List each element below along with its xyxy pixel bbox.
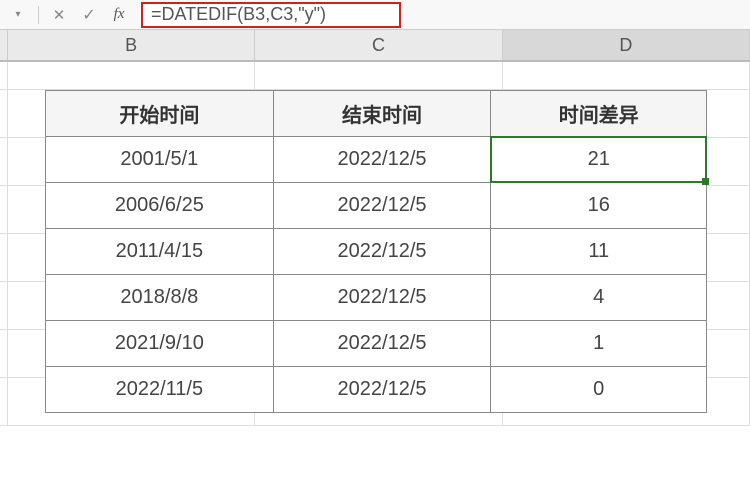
cell-diff[interactable]: 21 bbox=[491, 137, 707, 183]
sheet-body: 开始时间 结束时间 时间差异 2001/5/1 2022/12/5 21 200… bbox=[0, 62, 750, 500]
cell-diff[interactable]: 16 bbox=[491, 183, 707, 229]
cell-diff[interactable]: 1 bbox=[491, 321, 707, 367]
name-box-dropdown[interactable] bbox=[4, 4, 32, 26]
data-table: 开始时间 结束时间 时间差异 2001/5/1 2022/12/5 21 200… bbox=[45, 90, 707, 413]
confirm-icon[interactable]: ✓ bbox=[75, 4, 103, 26]
cell-end[interactable]: 2022/12/5 bbox=[273, 229, 491, 275]
column-headers: B C D bbox=[0, 30, 750, 62]
formula-bar: ✕ ✓ fx =DATEDIF(B3,C3,"y") bbox=[0, 0, 750, 30]
cell-diff[interactable]: 11 bbox=[491, 229, 707, 275]
cancel-icon[interactable]: ✕ bbox=[45, 4, 73, 26]
cell-diff[interactable]: 4 bbox=[491, 275, 707, 321]
cell-end[interactable]: 2022/12/5 bbox=[273, 275, 491, 321]
table-row: 2011/4/15 2022/12/5 11 bbox=[46, 229, 707, 275]
cell-end[interactable]: 2022/12/5 bbox=[273, 183, 491, 229]
column-header-b[interactable]: B bbox=[8, 30, 255, 60]
table-row: 2001/5/1 2022/12/5 21 bbox=[46, 137, 707, 183]
cell-end[interactable]: 2022/12/5 bbox=[273, 321, 491, 367]
header-end-time[interactable]: 结束时间 bbox=[273, 91, 491, 137]
table-row: 2006/6/25 2022/12/5 16 bbox=[46, 183, 707, 229]
fx-icon[interactable]: fx bbox=[105, 4, 133, 26]
header-start-time[interactable]: 开始时间 bbox=[46, 91, 274, 137]
table-header-row: 开始时间 结束时间 时间差异 bbox=[46, 91, 707, 137]
cell-end[interactable]: 2022/12/5 bbox=[273, 137, 491, 183]
active-cell-outline bbox=[490, 136, 707, 183]
formula-input[interactable]: =DATEDIF(B3,C3,"y") bbox=[141, 2, 401, 28]
table-row: 2018/8/8 2022/12/5 4 bbox=[46, 275, 707, 321]
cell-start[interactable]: 2006/6/25 bbox=[46, 183, 274, 229]
cell-start[interactable]: 2018/8/8 bbox=[46, 275, 274, 321]
cell-diff[interactable]: 0 bbox=[491, 367, 707, 413]
cell-start[interactable]: 2011/4/15 bbox=[46, 229, 274, 275]
column-header-c[interactable]: C bbox=[255, 30, 502, 60]
table-row: 2021/9/10 2022/12/5 1 bbox=[46, 321, 707, 367]
column-header-d[interactable]: D bbox=[503, 30, 750, 60]
cell-start[interactable]: 2021/9/10 bbox=[46, 321, 274, 367]
header-time-diff[interactable]: 时间差异 bbox=[491, 91, 707, 137]
corner-gutter bbox=[0, 30, 8, 60]
cell-start[interactable]: 2001/5/1 bbox=[46, 137, 274, 183]
table-row: 2022/11/5 2022/12/5 0 bbox=[46, 367, 707, 413]
grid-row bbox=[0, 62, 750, 90]
separator bbox=[38, 6, 39, 24]
cell-start[interactable]: 2022/11/5 bbox=[46, 367, 274, 413]
cell-end[interactable]: 2022/12/5 bbox=[273, 367, 491, 413]
